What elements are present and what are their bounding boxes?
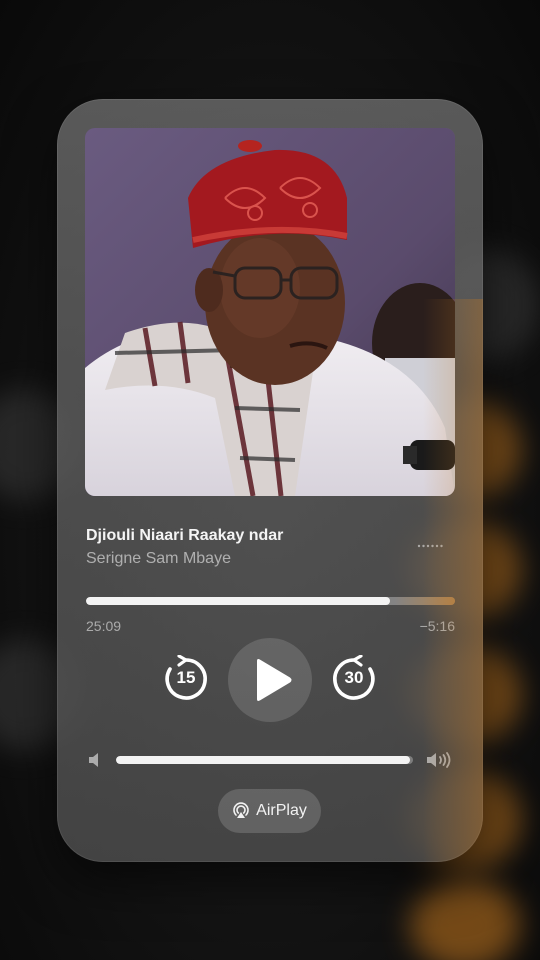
skip-back-seconds: 15 [176, 668, 196, 687]
skip-forward-seconds: 30 [344, 668, 364, 687]
speaker-high-icon [426, 750, 454, 770]
volume-slider[interactable] [116, 756, 413, 764]
airplay-icon [233, 802, 249, 818]
skip-forward-button[interactable]: 30 [330, 655, 378, 703]
airplay-button[interactable]: AirPlay [218, 789, 321, 833]
playback-progress-bar[interactable] [86, 597, 455, 605]
more-dots-icon [417, 544, 443, 548]
play-icon [257, 659, 292, 701]
skip-back-button[interactable]: 15 [162, 655, 210, 703]
track-artist[interactable]: Serigne Sam Mbaye [86, 550, 231, 568]
progress-fill [86, 597, 391, 605]
artwork-portrait-image [85, 128, 455, 496]
more-options-button[interactable] [413, 539, 447, 553]
track-title: Djiouli Niaari Raakay ndar [86, 527, 284, 544]
airplay-label: AirPlay [256, 802, 307, 819]
time-elapsed: 25:09 [86, 618, 122, 634]
speaker-low-icon [86, 751, 102, 769]
now-playing-card: Djiouli Niaari Raakay ndar Serigne Sam M… [57, 99, 483, 862]
album-artwork [85, 128, 455, 496]
time-remaining: −5:16 [419, 618, 455, 634]
play-button[interactable] [228, 638, 312, 722]
volume-fill [116, 756, 411, 764]
screen: Djiouli Niaari Raakay ndar Serigne Sam M… [0, 0, 540, 960]
progress-track-tint [395, 597, 455, 605]
background-tile [410, 880, 520, 960]
